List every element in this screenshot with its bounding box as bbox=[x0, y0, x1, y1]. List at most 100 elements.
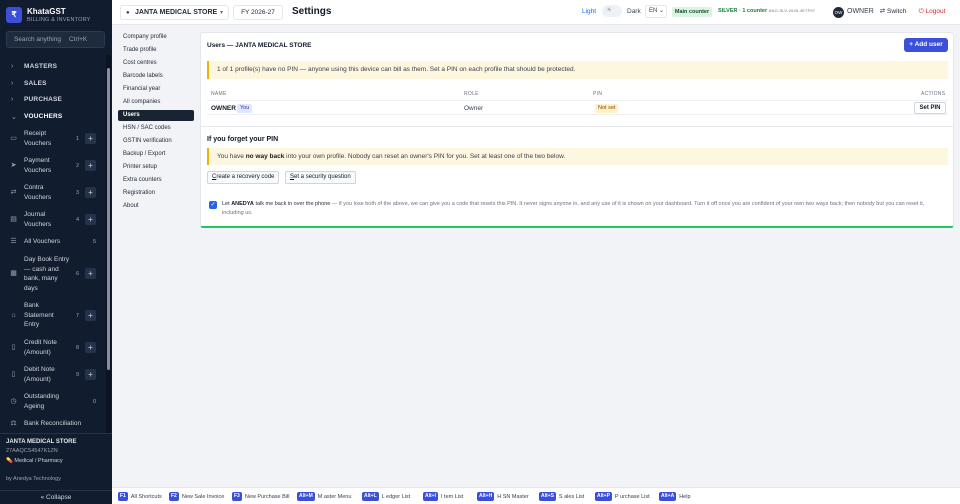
users-panel: Users — JANTA MEDICAL STORE + Add user 1… bbox=[200, 32, 954, 228]
button-label: reate a recovery code bbox=[216, 174, 275, 180]
store-selector-label: JANTA MEDICAL STORE bbox=[135, 9, 218, 16]
brand[interactable]: ₹ KhataGST BILLING & INVENTORY bbox=[6, 6, 106, 26]
chevron-right-icon: › bbox=[11, 80, 14, 87]
column-header-pin: PIN bbox=[593, 91, 603, 97]
shortcut-key: Alt+I bbox=[423, 492, 438, 501]
settings-nav-printer-setup[interactable]: Printer setup bbox=[118, 162, 194, 173]
shortcut-key: F1 bbox=[118, 492, 128, 501]
language-value: EN bbox=[649, 8, 658, 14]
collapse-sidebar-button[interactable]: « Collapse bbox=[0, 490, 112, 504]
settings-nav-gstin-verification[interactable]: GSTIN verification bbox=[118, 136, 194, 147]
shortcut-new-sale-invoice[interactable]: F2 New Sale Invoice bbox=[169, 492, 224, 502]
forgot-pin-title: If you forget your PIN bbox=[207, 136, 279, 143]
shortcut-number: 6 bbox=[76, 271, 80, 277]
sidebar-item-label: Bank Statement Entry bbox=[24, 302, 54, 328]
logout-button[interactable]: ⏻ Logout bbox=[916, 6, 948, 18]
sidebar-item-label: Outstanding Ageing bbox=[24, 393, 60, 410]
shortcut-label: New Purchase Bill bbox=[244, 493, 290, 500]
sidebar-group-vouchers[interactable]: ⌄ VOUCHERS bbox=[0, 110, 106, 124]
avatar: OW bbox=[833, 7, 844, 18]
theme-light-label[interactable]: Light bbox=[582, 8, 596, 15]
add-credit-note-button[interactable]: + bbox=[85, 342, 96, 353]
add-day-book-entry-button[interactable]: + bbox=[85, 268, 96, 279]
add-debit-note-button[interactable]: + bbox=[85, 369, 96, 380]
shortcut-number: 1 bbox=[76, 136, 80, 142]
shortcut-hsn-master[interactable]: Alt+H H SN Master bbox=[477, 492, 529, 502]
pill-icon: 💊 bbox=[6, 458, 13, 464]
button-label: et a security question bbox=[294, 174, 351, 180]
settings-nav-users[interactable]: Users bbox=[118, 110, 194, 121]
theme-toggle[interactable]: ☀ bbox=[602, 5, 622, 17]
shortcut-key: Alt+S bbox=[539, 492, 556, 501]
sidebar-group-purchase[interactable]: › PURCHASE bbox=[0, 93, 106, 107]
settings-nav-company-profile[interactable]: Company profile bbox=[118, 32, 194, 43]
set-security-question-button[interactable]: Set a security question bbox=[285, 171, 356, 184]
shortcut-item-list[interactable]: Alt+I I tem List bbox=[423, 492, 463, 502]
section-divider bbox=[201, 126, 953, 127]
swap-icon: ⇄ bbox=[10, 189, 17, 196]
settings-nav-about[interactable]: About bbox=[118, 201, 194, 212]
shortcut-purchase-list[interactable]: Alt+P P urchase List bbox=[595, 492, 650, 502]
settings-nav-trade-profile[interactable]: Trade profile bbox=[118, 45, 194, 56]
shortcut-ledger-list[interactable]: Alt+L L edger List bbox=[362, 492, 410, 502]
license-plan: SILVER · 1 counter bbox=[718, 8, 768, 14]
shortcut-key: Alt+M bbox=[297, 492, 315, 501]
business-type-label: Medical / Pharmacy bbox=[14, 458, 63, 464]
shortcut-master-menu[interactable]: Alt+M M aster Menu bbox=[297, 492, 351, 502]
add-user-button[interactable]: + Add user bbox=[904, 38, 948, 52]
chevron-down-icon: ⌄ bbox=[11, 114, 17, 121]
switch-user-button[interactable]: ⇄ Switch bbox=[877, 6, 909, 18]
sidebar-item-label: Receipt Vouchers bbox=[24, 130, 52, 147]
language-select[interactable]: EN ⌄ bbox=[645, 5, 667, 18]
theme-dark-label[interactable]: Dark bbox=[627, 8, 641, 15]
settings-nav-registration[interactable]: Registration bbox=[118, 188, 194, 199]
forgot-pin-note: You have no way back into your own profi… bbox=[207, 148, 948, 165]
shortcut-key: Alt+A bbox=[659, 492, 677, 501]
add-journal-voucher-button[interactable]: + bbox=[85, 214, 96, 225]
add-contra-voucher-button[interactable]: + bbox=[85, 187, 96, 198]
sidebar-item-label: Debit Note (Amount) bbox=[24, 366, 55, 383]
sidebar-item-label: Payment Vouchers bbox=[24, 157, 52, 174]
settings-nav-backup-export[interactable]: Backup / Export bbox=[118, 149, 194, 160]
shortcut-bar: F1 All Shortcuts F2 New Sale Invoice F3 New… bbox=[112, 487, 960, 504]
send-icon: ➤ bbox=[10, 162, 17, 169]
shortcut-all-shortcuts[interactable]: F1 All Shortcuts bbox=[118, 492, 162, 502]
settings-nav-hsn-sac[interactable]: HSN / SAC codes bbox=[118, 123, 194, 134]
settings-nav-financial-year[interactable]: Financial year bbox=[118, 84, 194, 95]
store-selector[interactable]: ● JANTA MEDICAL STORE ▾ bbox=[120, 5, 229, 20]
financial-year-selector[interactable]: FY 2026-27 bbox=[233, 5, 283, 20]
add-receipt-voucher-button[interactable]: + bbox=[85, 133, 96, 144]
add-bank-statement-entry-button[interactable]: + bbox=[85, 310, 96, 321]
search-shortcut: Ctrl+K bbox=[69, 36, 88, 43]
search-input[interactable]: Search anything Ctrl+K bbox=[6, 31, 105, 48]
settings-nav-extra-counters[interactable]: Extra counters bbox=[118, 175, 194, 186]
shortcut-key: F2 bbox=[169, 492, 179, 501]
sidebar-group-label: PURCHASE bbox=[24, 96, 63, 103]
set-pin-button[interactable]: Set PIN bbox=[914, 102, 946, 114]
bank-icon: ⌂ bbox=[11, 312, 16, 319]
footer-store-name: JANTA MEDICAL STORE bbox=[6, 439, 77, 445]
settings-nav-all-companies[interactable]: All companies bbox=[118, 97, 194, 108]
scale-icon: ⚖ bbox=[10, 420, 17, 427]
license-badge: SILVER · 1 counter ANO-SLV-2026-4E7F97 bbox=[718, 8, 815, 14]
footer-gstin: 27AAQCS4547K1ZN bbox=[6, 448, 58, 454]
document-icon: ▯ bbox=[11, 344, 16, 351]
sidebar-scrollbar-thumb[interactable] bbox=[107, 68, 110, 370]
book-icon: ▤ bbox=[10, 216, 17, 223]
settings-nav-barcode-labels[interactable]: Barcode labels bbox=[118, 71, 194, 82]
user-name: OWNER bbox=[847, 8, 874, 15]
chevron-right-icon: › bbox=[11, 63, 14, 70]
settings-nav-cost-centres[interactable]: Cost centres bbox=[118, 58, 194, 69]
shortcut-help[interactable]: Alt+A Help bbox=[659, 492, 691, 502]
pin-warning-banner: 1 of 1 profile(s) have no PIN — anyone u… bbox=[207, 61, 948, 79]
create-recovery-code-button[interactable]: Create a recovery code bbox=[207, 171, 280, 184]
shortcut-sales-list[interactable]: Alt+S S ales List bbox=[539, 492, 584, 502]
shortcut-new-purchase-bill[interactable]: F3 New Purchase Bill bbox=[232, 492, 289, 502]
shortcut-key: Alt+L bbox=[362, 492, 379, 501]
sidebar-item-label: Day Book Entry — cash and bank, many day… bbox=[24, 256, 70, 292]
checkbox-text-bold: ANEDYA bbox=[231, 201, 254, 207]
phone-reset-checkbox[interactable]: ✓ bbox=[209, 201, 217, 209]
sidebar-group-masters[interactable]: › MASTERS bbox=[0, 60, 106, 74]
add-payment-voucher-button[interactable]: + bbox=[85, 160, 96, 171]
sidebar-group-sales[interactable]: › SALES bbox=[0, 77, 106, 91]
